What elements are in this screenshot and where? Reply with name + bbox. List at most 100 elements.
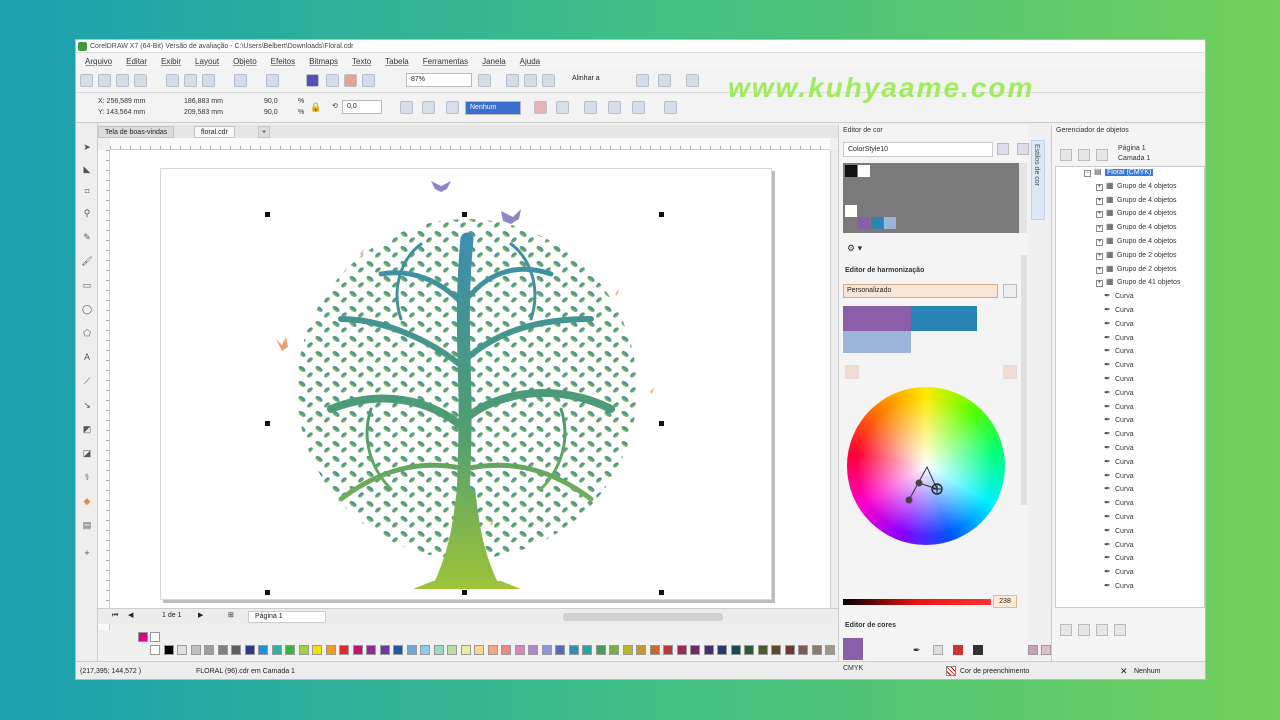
- selection-handle[interactable]: [659, 590, 664, 595]
- tree-curve-item[interactable]: ✒ Curva: [1104, 540, 1134, 552]
- group-icon[interactable]: [608, 101, 621, 114]
- vertical-panel-tab[interactable]: Estilos de cor: [1031, 140, 1045, 220]
- eyedropper-icon[interactable]: ✒: [913, 645, 921, 656]
- lock-ratio-icon[interactable]: 🔒: [310, 102, 321, 112]
- palette-swatch[interactable]: [636, 645, 646, 655]
- palette-swatch[interactable]: [528, 645, 538, 655]
- new-layer-icon[interactable]: [1060, 624, 1072, 636]
- outline-width-select[interactable]: Nenhum: [465, 101, 521, 115]
- tree-group-item[interactable]: + ▦ Grupo de 41 objetos: [1096, 277, 1180, 289]
- style-swatch[interactable]: [858, 217, 870, 229]
- eyedropper-tool-icon[interactable]: ⚕: [81, 471, 93, 483]
- tree-curve-item[interactable]: ✒ Curva: [1104, 374, 1134, 386]
- palette-swatch[interactable]: [784, 645, 795, 655]
- tree-curve-item[interactable]: ✒ Curva: [1104, 484, 1134, 496]
- ungroup-icon[interactable]: [632, 101, 645, 114]
- pick-tool-icon[interactable]: ➤: [81, 141, 93, 153]
- tree-curve-item[interactable]: ✒ Curva: [1104, 553, 1134, 565]
- layer-properties-icon[interactable]: [1060, 149, 1072, 161]
- palette-swatch[interactable]: [1027, 645, 1038, 655]
- palette-swatch[interactable]: [690, 645, 700, 655]
- rulers-icon[interactable]: [506, 74, 519, 87]
- document-page[interactable]: [160, 168, 772, 600]
- add-tab-icon[interactable]: +: [258, 126, 270, 138]
- harmony-swatch-teal[interactable]: [911, 306, 977, 331]
- selection-handle[interactable]: [265, 590, 270, 595]
- palette-swatch[interactable]: [487, 645, 498, 655]
- tab-page-1[interactable]: Página 1: [248, 611, 326, 623]
- palette-swatch[interactable]: [231, 645, 241, 655]
- palette-swatch[interactable]: [204, 645, 214, 655]
- palette-swatch[interactable]: [501, 645, 511, 655]
- tree-group-item[interactable]: + ▦ Grupo de 4 objetos: [1096, 208, 1177, 220]
- copy-icon[interactable]: [184, 74, 197, 87]
- harmony-lock-icon[interactable]: [1003, 365, 1017, 379]
- guidelines-icon[interactable]: [542, 74, 555, 87]
- harmony-swatch-purple[interactable]: [843, 306, 911, 331]
- style-swatch[interactable]: [884, 217, 896, 229]
- layer-manager-icon[interactable]: [1096, 149, 1108, 161]
- zoom-level-select[interactable]: 87%: [406, 73, 472, 87]
- tree-curve-item[interactable]: ✒ Curva: [1104, 388, 1134, 400]
- artistic-media-icon[interactable]: 🖌: [81, 255, 93, 267]
- fill-swatch-icon[interactable]: [946, 666, 956, 676]
- first-page-icon[interactable]: ⏮: [112, 611, 118, 621]
- prev-page-icon[interactable]: ◀: [128, 611, 133, 621]
- tree-curve-item[interactable]: ✒ Curva: [1104, 305, 1134, 317]
- snap-to-dropdown[interactable]: Alinhar a: [568, 73, 626, 87]
- tree-curve-item[interactable]: ✒ Curva: [1104, 429, 1134, 441]
- harmony-rule-icon[interactable]: [845, 365, 859, 379]
- palette-swatch[interactable]: [595, 645, 606, 655]
- palette-swatch[interactable]: [339, 645, 349, 655]
- to-back-icon[interactable]: [584, 101, 597, 114]
- palette-swatch[interactable]: [312, 645, 322, 655]
- rotation-angle-field[interactable]: 0,0: [342, 100, 382, 114]
- color-model-select[interactable]: CMYK: [843, 665, 863, 672]
- tree-group-item[interactable]: + ▦ Grupo de 4 objetos: [1096, 181, 1177, 193]
- mirror-horizontal-icon[interactable]: [400, 101, 413, 114]
- outline-width-icon[interactable]: [446, 101, 459, 114]
- tree-curve-item[interactable]: ✒ Curva: [1104, 443, 1134, 455]
- collapse-icon[interactable]: −: [1084, 170, 1091, 177]
- tree-curve-item[interactable]: ✒ Curva: [1104, 567, 1134, 579]
- text-tool-icon[interactable]: A: [81, 351, 93, 363]
- palette-name-field[interactable]: ColorStyle10: [843, 142, 993, 157]
- options-icon[interactable]: [636, 74, 649, 87]
- tree-curve-item[interactable]: ✒ Curva: [1104, 415, 1134, 427]
- tree-curve-item[interactable]: ✒ Curva: [1104, 291, 1134, 303]
- ellipse-tool-icon[interactable]: ◯: [81, 303, 93, 315]
- width-field[interactable]: 186,883 mm: [184, 97, 223, 107]
- tree-curve-item[interactable]: ✒ Curva: [1104, 457, 1134, 469]
- expand-icon[interactable]: +: [1096, 266, 1103, 274]
- full-screen-icon[interactable]: [478, 74, 491, 87]
- open-icon[interactable]: [98, 74, 111, 87]
- palette-swatch[interactable]: [379, 645, 390, 655]
- tree-curve-item[interactable]: ✒ Curva: [1104, 581, 1134, 593]
- menu-item-editar[interactable]: Editar: [120, 57, 153, 66]
- scale-x-field[interactable]: 90,0: [264, 97, 278, 107]
- tree-curve-item[interactable]: ✒ Curva: [1104, 319, 1134, 331]
- tree-curve-item[interactable]: ✒ Curva: [1104, 346, 1134, 358]
- palette-options-icon[interactable]: [997, 143, 1009, 155]
- brightness-value-field[interactable]: 238: [993, 595, 1017, 608]
- vertical-ruler[interactable]: [98, 150, 110, 645]
- style-swatch[interactable]: [845, 165, 857, 177]
- menu-item-layout[interactable]: Layout: [189, 57, 225, 66]
- palette-swatch[interactable]: [622, 645, 633, 655]
- palette-swatch[interactable]: [744, 645, 754, 655]
- palette-swatch[interactable]: [649, 645, 660, 655]
- palette-swatch[interactable]: [798, 645, 808, 655]
- selection-handle[interactable]: [659, 212, 664, 217]
- position-x-field[interactable]: X: 256,589 mm: [98, 97, 145, 107]
- tree-curve-item[interactable]: ✒ Curva: [1104, 333, 1134, 345]
- cut-icon[interactable]: [166, 74, 179, 87]
- transparency-tool-icon[interactable]: ◪: [81, 447, 93, 459]
- palette-swatch[interactable]: [474, 645, 484, 655]
- palette-swatch[interactable]: [825, 645, 835, 655]
- redo-icon[interactable]: [266, 74, 279, 87]
- outline-none-icon[interactable]: ✕: [1120, 666, 1128, 677]
- height-field[interactable]: 209,583 mm: [184, 108, 223, 118]
- tree-artwork[interactable]: [161, 169, 773, 601]
- grid-icon[interactable]: [524, 74, 537, 87]
- tree-group-item[interactable]: + ▦ Grupo de 4 objetos: [1096, 195, 1177, 207]
